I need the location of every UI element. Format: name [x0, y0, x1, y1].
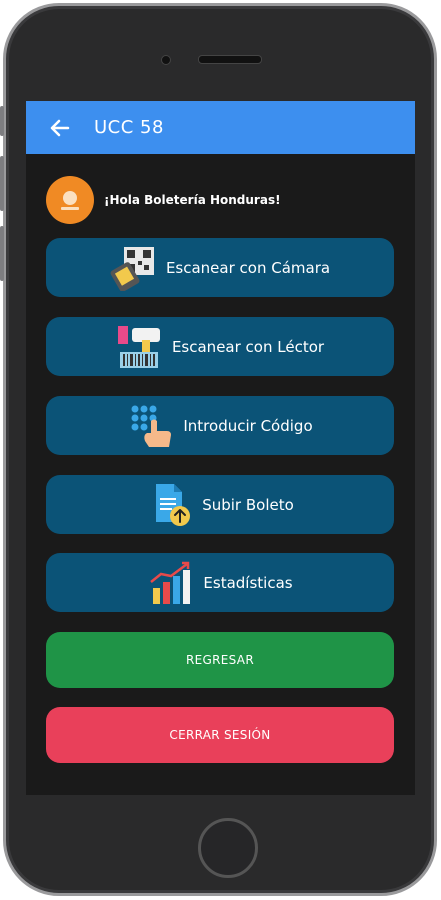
- volume-down-button: [0, 226, 4, 281]
- barcode-reader-icon: [116, 324, 164, 370]
- upload-ticket-button[interactable]: Subir Boleto: [46, 475, 394, 534]
- mute-switch: [0, 106, 4, 136]
- logout-button[interactable]: CERRAR SESIÓN: [46, 707, 394, 763]
- upload-ticket-label: Subir Boleto: [202, 495, 294, 514]
- logo-icon: [61, 191, 79, 210]
- home-button[interactable]: [198, 818, 258, 878]
- scan-camera-label: Escanear con Cámara: [165, 258, 331, 277]
- avatar: [46, 176, 94, 224]
- app-bar: UCC 58: [26, 101, 415, 154]
- app-screen: UCC 58 ¡Hola Boletería Honduras! Escanea…: [26, 101, 415, 795]
- qr-camera-scan-icon: [110, 245, 158, 291]
- back-button[interactable]: REGRESAR: [46, 632, 394, 688]
- statistics-button[interactable]: Estadísticas: [46, 553, 394, 612]
- greeting-text: ¡Hola Boletería Honduras!: [104, 193, 281, 207]
- page-title: UCC 58: [94, 117, 164, 138]
- greeting-row: ¡Hola Boletería Honduras!: [46, 176, 281, 224]
- enter-code-button[interactable]: Introducir Código: [46, 396, 394, 455]
- bar-chart-icon: [147, 560, 195, 606]
- keypad-hand-icon: [127, 403, 175, 449]
- statistics-label: Estadísticas: [203, 573, 293, 592]
- scan-reader-label: Escanear con Léctor: [171, 337, 325, 356]
- volume-up-button: [0, 156, 4, 211]
- upload-document-icon: [146, 482, 194, 528]
- scan-reader-button[interactable]: Escanear con Léctor: [46, 317, 394, 376]
- back-arrow-icon[interactable]: [26, 101, 94, 154]
- front-camera: [161, 55, 171, 65]
- enter-code-label: Introducir Código: [183, 416, 313, 435]
- earpiece-speaker: [198, 55, 262, 64]
- scan-camera-button[interactable]: Escanear con Cámara: [46, 238, 394, 297]
